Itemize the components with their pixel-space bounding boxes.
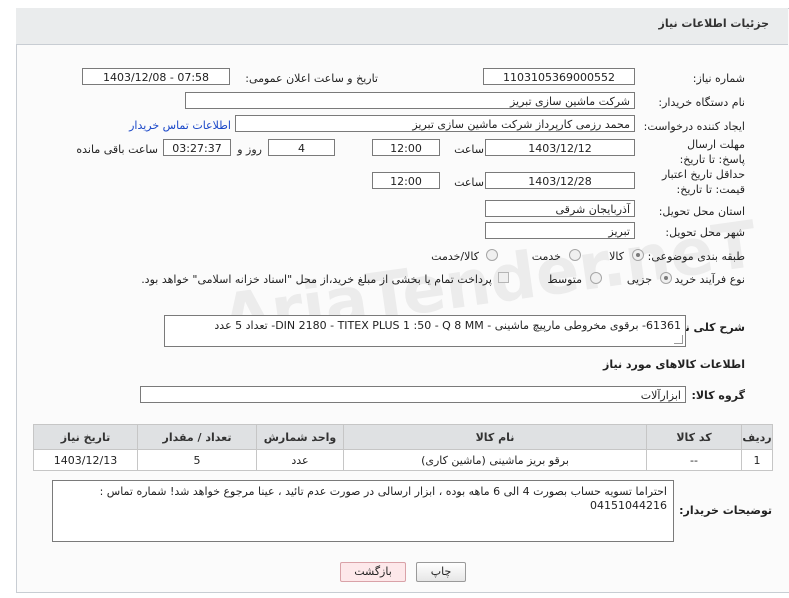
col-unit: واحد شمارش (256, 424, 344, 450)
reply-time-label: ساعت (454, 143, 484, 156)
province-field: آذربایجان شرقی (485, 200, 635, 217)
requester-field: محمد رزمی کارپرداز شرکت ماشین سازی تبریز (235, 115, 635, 132)
province-label: استان محل تحویل: (658, 205, 745, 218)
resize-grip-icon[interactable] (674, 335, 683, 344)
price-validity-time-field: 12:00 (372, 172, 440, 189)
city-label: شهر محل تحویل: (665, 226, 745, 239)
col-goods-name: نام کالا (343, 424, 647, 450)
table-row: 1403/12/13 5 عدد برقو بریز ماشینی (ماشین… (33, 449, 773, 471)
description-box: 61361- برقوی مخروطی مارپیچ ماشینی - DIN … (164, 315, 686, 347)
col-goods-code: کد کالا (646, 424, 742, 450)
col-row-number: ردیف (741, 424, 773, 450)
goods-group-label: گروه کالا: (691, 389, 745, 402)
city-field: تبریز (485, 222, 635, 239)
buyer-notes-label: توضیحات خریدار: (679, 504, 772, 517)
goods-group-field: ابزارآلات (140, 386, 686, 403)
goods-table: تاریخ نیاز تعداد / مقدار واحد شمارش نام … (33, 424, 773, 471)
process-radio-medium[interactable] (590, 272, 602, 284)
remaining-time-label: ساعت باقی مانده (76, 143, 158, 156)
cell-row-number: 1 (741, 449, 773, 471)
remaining-time-field: 03:27:37 (163, 139, 231, 156)
price-validity-label: حداقل تاریخ اعتبار قیمت: تا تاریخ: (661, 168, 745, 196)
price-time-label: ساعت (454, 176, 484, 189)
category-option-goods-service: کالا/خدمت (431, 250, 479, 263)
cell-quantity: 5 (137, 449, 257, 471)
process-option-medium: متوسط (547, 273, 582, 286)
buyer-org-label: نام دستگاه خریدار: (658, 96, 745, 109)
category-label: طبقه بندی موضوعی: (647, 250, 745, 263)
need-number-field: 1103105369000552 (483, 68, 635, 85)
reply-date-field: 1403/12/12 (485, 139, 635, 156)
need-number-label: شماره نیاز: (692, 72, 745, 85)
cell-unit: عدد (256, 449, 344, 471)
description-text: 61361- برقوی مخروطی مارپیچ ماشینی - DIN … (214, 319, 681, 332)
category-option-goods: کالا (609, 250, 624, 263)
process-option-minor: جزیی (626, 273, 652, 286)
buyer-contact-link[interactable]: اطلاعات تماس خریدار (129, 119, 231, 132)
buyer-notes-text: احتراما تسویه حساب بصورت 4 الی 6 ماهه بو… (99, 485, 667, 512)
announce-datetime-field: 1403/12/08 - 07:58 (82, 68, 230, 85)
process-type-label: نوع فرآیند خرید : (667, 273, 745, 286)
col-quantity: تعداد / مقدار (137, 424, 257, 450)
treasury-payment-note: پرداخت تمام یا بخشی از مبلغ خرید،از محل … (141, 273, 492, 286)
panel-title: جزئیات اطلاعات نیاز (658, 17, 770, 30)
print-button[interactable]: چاپ (416, 562, 466, 582)
reply-time-field: 12:00 (372, 139, 440, 156)
category-option-service: خدمت (531, 250, 561, 263)
cell-goods-name: برقو بریز ماشینی (ماشین کاری) (343, 449, 647, 471)
category-radio-goods-service[interactable] (486, 249, 498, 261)
category-radio-goods[interactable] (632, 249, 644, 261)
category-radio-service[interactable] (569, 249, 581, 261)
buyer-org-field: شرکت ماشین سازی تبریز (185, 92, 635, 109)
remaining-days-field: 4 (268, 139, 335, 156)
cell-goods-code: -- (646, 449, 742, 471)
announce-label: تاریخ و ساعت اعلان عمومی: (245, 72, 378, 85)
table-header-row: تاریخ نیاز تعداد / مقدار واحد شمارش نام … (33, 424, 773, 450)
reply-deadline-label: مهلت ارسال پاسخ: تا تاریخ: (679, 138, 745, 166)
price-validity-date-field: 1403/12/28 (485, 172, 635, 189)
days-label: روز و (237, 143, 262, 156)
goods-section-title: اطلاعات کالاهای مورد نیاز (603, 358, 745, 371)
back-button[interactable]: بازگشت (340, 562, 406, 582)
requester-label: ایجاد کننده درخواست: (643, 120, 745, 133)
col-need-date: تاریخ نیاز (33, 424, 138, 450)
treasury-payment-checkbox[interactable] (498, 272, 509, 283)
cell-need-date: 1403/12/13 (33, 449, 138, 471)
process-radio-minor[interactable] (660, 272, 672, 284)
buyer-notes-box: احتراما تسویه حساب بصورت 4 الی 6 ماهه بو… (52, 480, 674, 542)
